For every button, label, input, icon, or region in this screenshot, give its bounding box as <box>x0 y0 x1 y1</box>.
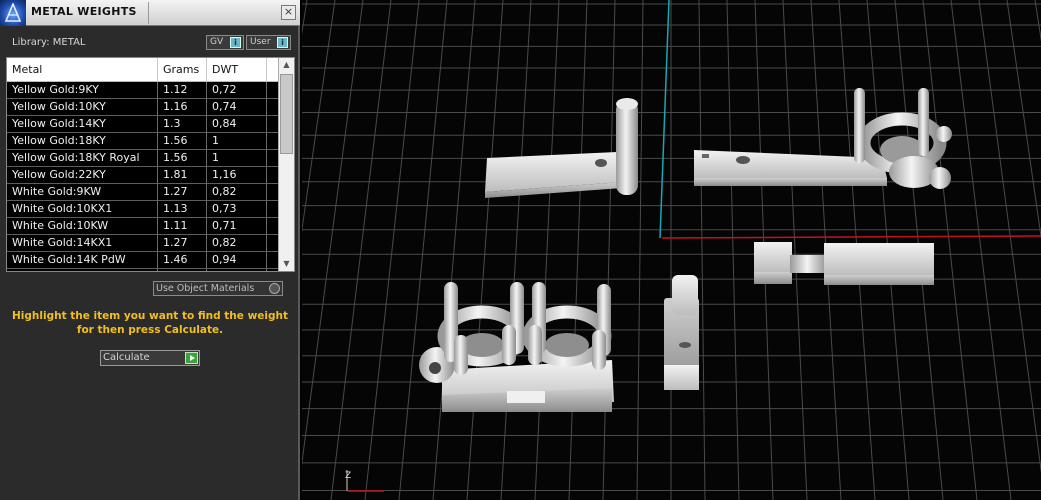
cell-dwt: 0,73 <box>207 201 267 218</box>
use-object-materials-toggle[interactable]: Use Object Materials <box>153 281 283 296</box>
cell-grams: 1.56 <box>158 133 207 150</box>
instruction-text: Highlight the item you want to find the … <box>0 309 300 337</box>
cell-grams: 1.27 <box>158 184 207 201</box>
cell-metal: Yellow Gold:9KY <box>7 82 158 99</box>
cell-dwt: 0,72 <box>207 82 267 99</box>
model-part-double-setting[interactable] <box>419 282 614 412</box>
cell-dwt: 0,71 <box>207 218 267 235</box>
cell-grams: 1.81 <box>158 167 207 184</box>
cell-metal: White Gold:14KW <box>7 269 158 271</box>
play-arrow-icon <box>185 352 198 364</box>
table-scrollbar[interactable]: ▲ ▼ <box>278 58 294 271</box>
scroll-up-arrow-icon[interactable]: ▲ <box>279 58 294 72</box>
cell-dwt: 1 <box>207 133 267 150</box>
cell-grams: 1.12 <box>158 82 207 99</box>
cell-dwt: 0,82 <box>207 184 267 201</box>
column-header-metal[interactable]: Metal <box>7 58 158 82</box>
app-logo-icon <box>0 0 26 26</box>
calculate-button[interactable]: Calculate <box>100 350 200 366</box>
table-row[interactable]: Yellow Gold:18KY Royal 1.56 1 <box>7 150 279 167</box>
cell-grams: 1.13 <box>158 201 207 218</box>
cell-metal: Yellow Gold:18KY <box>7 133 158 150</box>
column-header-grams[interactable]: Grams <box>158 58 207 82</box>
cell-metal: Yellow Gold:10KY <box>7 99 158 116</box>
instruction-line-1: Highlight the item you want to find the … <box>12 310 288 322</box>
table-row[interactable]: Yellow Gold:14KY 1.3 0,84 <box>7 116 279 133</box>
cell-metal: Yellow Gold:22KY <box>7 167 158 184</box>
cell-metal: White Gold:14K PdW <box>7 252 158 269</box>
table-row[interactable]: White Gold:14KX1 1.27 0,82 <box>7 235 279 252</box>
user-library-button[interactable]: User i <box>246 35 291 50</box>
close-icon: × <box>283 5 294 18</box>
table-row[interactable]: Yellow Gold:10KY 1.16 0,74 <box>7 99 279 116</box>
table-row[interactable]: Yellow Gold:18KY 1.56 1 <box>7 133 279 150</box>
scroll-down-arrow-icon[interactable]: ▼ <box>279 257 294 271</box>
3d-viewport[interactable]: Z <box>302 0 1041 500</box>
viewport-models: Z <box>345 88 952 492</box>
table-row[interactable]: Yellow Gold:22KY 1.81 1,16 <box>7 167 279 184</box>
library-label: Library: METAL <box>12 37 86 48</box>
table-row[interactable]: White Gold:14K PdW 1.46 0,94 <box>7 252 279 269</box>
cell-grams: 1.11 <box>158 218 207 235</box>
cell-metal: White Gold:10KW <box>7 218 158 235</box>
table-row[interactable]: White Gold:10KW 1.11 0,71 <box>7 218 279 235</box>
model-part-connector[interactable] <box>754 242 934 285</box>
cell-dwt: 1 <box>207 150 267 167</box>
model-part-bar-with-post[interactable] <box>485 98 638 198</box>
radio-icon <box>269 283 280 294</box>
cell-grams: 1.3 <box>158 116 207 133</box>
cell-grams: 1.27 <box>158 235 207 252</box>
model-part-bar-with-setting[interactable] <box>694 88 952 189</box>
cell-grams: 1.56 <box>158 150 207 167</box>
info-icon: i <box>230 37 241 48</box>
table-body: Yellow Gold:9KY 1.12 0,72 Yellow Gold:10KY 1… <box>7 82 279 271</box>
cell-dwt: 0,82 <box>207 235 267 252</box>
model-part-bracket[interactable] <box>664 275 699 390</box>
cell-dwt: 0,74 <box>207 99 267 116</box>
user-label: User <box>250 37 271 47</box>
cell-grams: 1.16 <box>158 99 207 116</box>
close-button[interactable]: × <box>281 5 296 20</box>
gv-label: GV <box>210 37 224 47</box>
panel-titlebar: METAL WEIGHTS × <box>0 0 300 26</box>
info-icon: i <box>277 37 288 48</box>
axis-z-label: Z <box>345 471 351 481</box>
cell-grams: 1.13 <box>158 269 207 271</box>
cell-dwt: 0,94 <box>207 252 267 269</box>
table-row[interactable]: White Gold:14KW1.130,73 <box>7 269 279 271</box>
metal-table: Metal Grams DWT Yellow Gold:9KY 1.12 0,72 Y… <box>6 57 295 272</box>
cell-dwt: 1,16 <box>207 167 267 184</box>
cell-grams: 1.46 <box>158 252 207 269</box>
scroll-thumb[interactable] <box>280 74 293 154</box>
table-header: Metal Grams DWT <box>7 58 279 82</box>
title-separator <box>148 2 149 24</box>
cell-metal: Yellow Gold:18KY Royal <box>7 150 158 167</box>
table-row[interactable]: White Gold:10KX1 1.13 0,73 <box>7 201 279 218</box>
cell-metal: White Gold:9KW <box>7 184 158 201</box>
cell-metal: Yellow Gold:14KY <box>7 116 158 133</box>
instruction-line-2: for then press Calculate. <box>76 324 224 336</box>
use-object-materials-label: Use Object Materials <box>156 283 255 294</box>
cell-dwt: 0,84 <box>207 116 267 133</box>
axis-gizmo-icon: Z <box>345 470 384 492</box>
column-header-dwt[interactable]: DWT <box>207 58 267 82</box>
metal-weights-panel: METAL WEIGHTS × Library: METAL GV i User i… <box>0 0 300 500</box>
cell-metal: White Gold:10KX1 <box>7 201 158 218</box>
table-row[interactable]: Yellow Gold:9KY 1.12 0,72 <box>7 82 279 99</box>
panel-title: METAL WEIGHTS <box>31 5 137 18</box>
table-row[interactable]: White Gold:9KW 1.27 0,82 <box>7 184 279 201</box>
calculate-label: Calculate <box>103 352 150 363</box>
cell-metal: White Gold:14KX1 <box>7 235 158 252</box>
gv-library-button[interactable]: GV i <box>206 35 244 50</box>
cell-dwt: 0,73 <box>207 269 267 271</box>
